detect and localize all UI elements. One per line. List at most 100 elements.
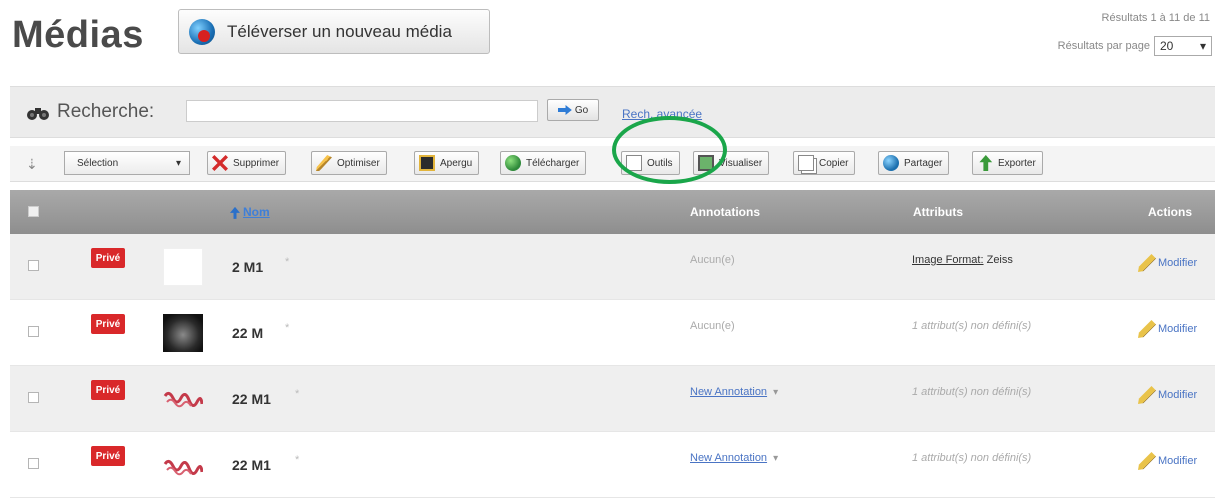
table-row: Privé 22 M1 * New Annotation ▾ 1 attribut… <box>10 432 1215 498</box>
modify-label: Modifier <box>1158 257 1198 269</box>
sort-arrow-icon <box>230 206 240 219</box>
pencil-icon <box>1138 320 1156 338</box>
optimize-button[interactable]: Optimiser <box>311 151 387 175</box>
delete-button[interactable]: Supprimer <box>207 151 287 175</box>
attribute-value: 1 attribut(s) non défini(s) <box>912 386 1032 398</box>
attribute-value: 1 attribut(s) non défini(s) <box>912 320 1032 332</box>
column-attributes: Attributs <box>913 205 963 219</box>
modify-label: Modifier <box>1158 389 1198 401</box>
share-label: Partager <box>904 157 943 169</box>
per-page-value: 20 <box>1160 39 1174 53</box>
media-thumbnail[interactable] <box>163 446 203 484</box>
chevron-down-icon: ▾ <box>175 157 181 169</box>
binoculars-icon <box>27 108 49 120</box>
image-icon <box>419 155 435 171</box>
annotation-text: Aucun(e) <box>690 320 735 332</box>
row-checkbox[interactable] <box>28 392 39 403</box>
page-title: Médias <box>12 14 144 56</box>
rating-star[interactable]: * <box>295 454 299 466</box>
modify-link[interactable]: Modifier <box>1138 452 1197 470</box>
optimize-label: Optimiser <box>337 157 380 169</box>
download-globe-icon <box>505 155 521 171</box>
go-arrow-icon <box>557 105 572 115</box>
chevron-down-icon[interactable]: ▾ <box>773 387 778 398</box>
annotation-link[interactable]: New Annotation ▾ <box>690 386 778 398</box>
column-name[interactable]: Nom <box>230 205 270 219</box>
chevron-down-icon[interactable]: ▾ <box>773 453 778 464</box>
private-badge: Privé <box>91 248 125 268</box>
copy-icon <box>798 155 814 171</box>
attribute-value: 1 attribut(s) non défini(s) <box>912 452 1032 464</box>
modify-label: Modifier <box>1158 323 1198 335</box>
copy-button[interactable]: Copier <box>793 151 856 175</box>
attribute-value: Image Format: Zeiss <box>912 254 1013 266</box>
preview-label: Apergu <box>440 157 473 169</box>
search-input[interactable] <box>186 100 538 122</box>
upload-media-label: Téléverser un nouveau média <box>227 21 452 41</box>
pencil-icon <box>1138 452 1156 470</box>
rating-star[interactable]: * <box>295 388 299 400</box>
selection-label: Sélection <box>77 157 119 169</box>
per-page-label: Résultats par page <box>1057 40 1150 52</box>
export-label: Exporter <box>998 157 1036 169</box>
column-name-label: Nom <box>243 205 270 219</box>
rating-star[interactable]: * <box>285 256 289 268</box>
column-actions: Actions <box>1148 205 1193 219</box>
rating-star[interactable]: * <box>285 322 289 334</box>
table-header: Nom Annotations Attributs Actions <box>10 190 1215 234</box>
modify-label: Modifier <box>1158 455 1198 467</box>
annotation-link[interactable]: New Annotation ▾ <box>690 452 778 464</box>
export-arrow-icon <box>979 155 993 171</box>
brush-icon <box>316 155 332 171</box>
media-name[interactable]: 22 M1 <box>232 391 271 407</box>
delete-icon <box>212 155 228 171</box>
media-thumbnail[interactable] <box>163 380 203 418</box>
select-all-checkbox[interactable] <box>28 206 39 217</box>
upload-media-button[interactable]: Téléverser un nouveau média <box>178 9 490 54</box>
download-button[interactable]: Télécharger <box>500 151 587 175</box>
share-globe-icon <box>883 155 899 171</box>
upload-globe-icon <box>189 18 215 45</box>
row-checkbox[interactable] <box>28 458 39 469</box>
delete-label: Supprimer <box>233 157 280 169</box>
modify-link[interactable]: Modifier <box>1138 254 1197 272</box>
share-button[interactable]: Partager <box>878 151 950 175</box>
chevron-down-icon: ▾ <box>1199 39 1206 53</box>
media-name[interactable]: 22 M <box>232 325 263 341</box>
search-label: Recherche: <box>57 101 155 122</box>
pencil-icon <box>1138 386 1156 404</box>
go-button[interactable]: Go <box>547 99 599 121</box>
download-label: Télécharger <box>526 157 580 169</box>
annotation-label: New Annotation <box>690 452 768 464</box>
attribute-text: Zeiss <box>986 254 1013 266</box>
media-table: Nom Annotations Attributs Actions Privé … <box>10 190 1215 498</box>
preview-button[interactable]: Apergu <box>414 151 480 175</box>
private-badge: Privé <box>91 314 125 334</box>
private-badge: Privé <box>91 380 125 400</box>
column-annotations: Annotations <box>690 205 760 219</box>
row-checkbox[interactable] <box>28 260 39 271</box>
export-button[interactable]: Exporter <box>972 151 1043 175</box>
pencil-icon <box>1138 254 1156 272</box>
modify-link[interactable]: Modifier <box>1138 320 1197 338</box>
row-checkbox[interactable] <box>28 326 39 337</box>
view-label: Visualiser <box>719 157 763 169</box>
annotation-text: Aucun(e) <box>690 254 735 266</box>
media-name[interactable]: 2 M1 <box>232 259 263 275</box>
results-count: Résultats 1 à 11 de 11 <box>1101 12 1210 24</box>
table-row: Privé 22 M * Aucun(e) 1 attribut(s) non … <box>10 300 1215 366</box>
media-name[interactable]: 22 M1 <box>232 457 271 473</box>
attribute-key: Image Format: <box>912 254 984 266</box>
selection-dropdown[interactable]: Sélection ▾ <box>64 151 190 175</box>
table-row: Privé 2 M1 * Aucun(e) Image Format: Zeis… <box>10 234 1215 300</box>
go-label: Go <box>574 104 589 116</box>
annotation-label: New Annotation <box>690 386 768 398</box>
search-bar: Recherche: Go Rech. avancée <box>10 86 1215 138</box>
per-page-select[interactable]: 20 ▾ <box>1154 36 1212 56</box>
select-arrow-icon[interactable]: ⇣ <box>26 156 38 173</box>
modify-link[interactable]: Modifier <box>1138 386 1197 404</box>
highlight-circle <box>612 116 727 184</box>
copy-label: Copier <box>819 157 849 169</box>
media-thumbnail[interactable] <box>163 248 203 286</box>
media-thumbnail[interactable] <box>163 314 203 352</box>
